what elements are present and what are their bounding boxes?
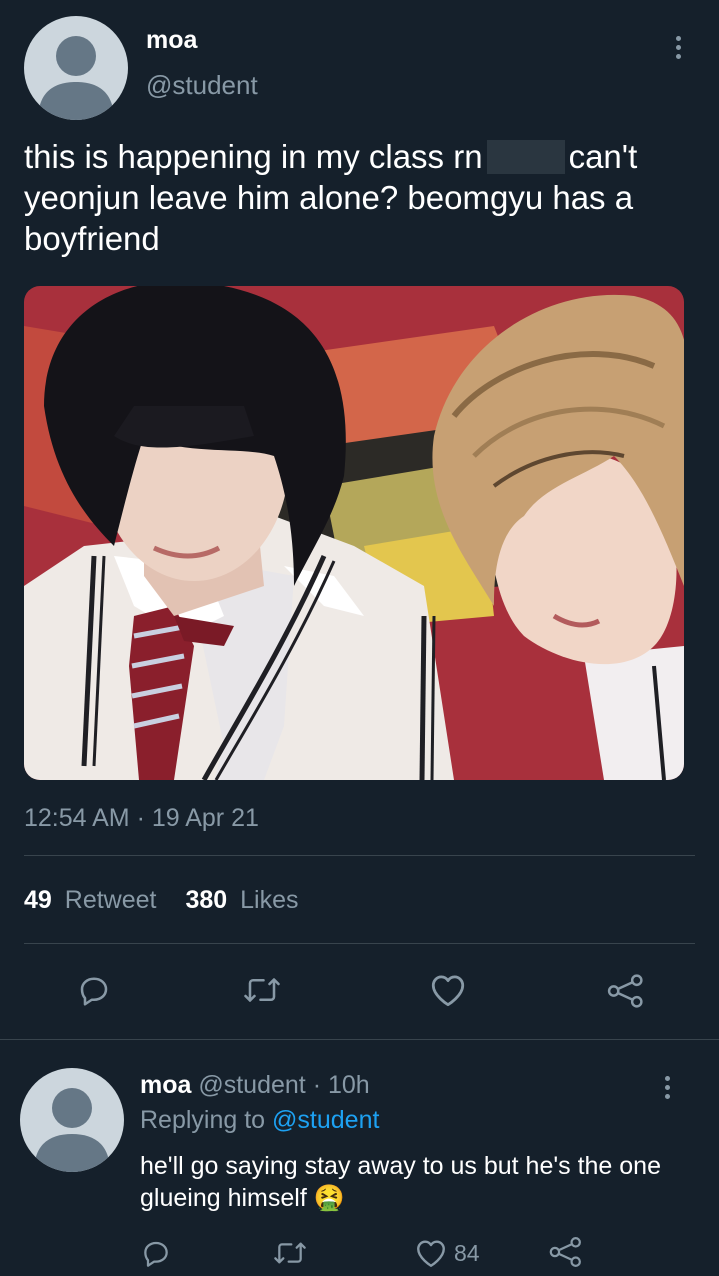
like-label[interactable]: Likes: [240, 886, 298, 914]
reply-retweet-button[interactable]: [272, 1237, 308, 1269]
retweet-count[interactable]: 49: [24, 886, 52, 914]
more-options-icon[interactable]: [673, 36, 683, 59]
share-icon: [607, 974, 643, 1008]
tweet-stats: 49 Retweet 380 Likes: [24, 886, 298, 915]
reply-header: moa @student · 10h: [140, 1071, 370, 1100]
replying-to-handle[interactable]: @student: [272, 1106, 379, 1134]
retweet-button[interactable]: [242, 972, 282, 1008]
tweet-photo[interactable]: [24, 286, 684, 780]
reply-more-options-icon[interactable]: [662, 1076, 672, 1099]
replying-to: Replying to @student: [140, 1106, 379, 1135]
reply-time[interactable]: · 10h: [313, 1071, 370, 1099]
like-icon: [417, 1240, 445, 1267]
reply-button[interactable]: [76, 972, 112, 1008]
reply-author-handle[interactable]: @student: [198, 1071, 305, 1099]
reply-author-name[interactable]: moa: [140, 1071, 191, 1099]
share-button[interactable]: [606, 972, 646, 1010]
reply-text-body: he'll go saying stay away to us but he's…: [140, 1152, 661, 1212]
like-count[interactable]: 380: [185, 886, 227, 914]
share-icon: [549, 1237, 581, 1267]
author-handle[interactable]: @student: [146, 70, 258, 101]
author-name[interactable]: moa: [146, 26, 197, 55]
divider: [0, 1039, 719, 1040]
retweet-icon: [274, 1242, 306, 1264]
reply-icon: [144, 1241, 168, 1267]
divider: [24, 943, 695, 944]
photo-illustration: [24, 286, 684, 780]
reply-like-button[interactable]: 84: [414, 1237, 480, 1269]
default-avatar-icon: [38, 36, 114, 120]
reply-avatar[interactable]: [20, 1068, 124, 1172]
nauseated-emoji: 🤮: [313, 1184, 345, 1212]
reply-reply-button[interactable]: [140, 1237, 172, 1269]
author-avatar[interactable]: [24, 16, 128, 120]
reply-like-count: 84: [454, 1239, 480, 1266]
like-icon: [431, 975, 465, 1007]
tweet-timestamp[interactable]: 12:54 AM · 19 Apr 21: [24, 804, 259, 833]
reply-text: he'll go saying stay away to us but he's…: [140, 1150, 695, 1214]
default-avatar-icon: [34, 1088, 110, 1172]
retweet-label[interactable]: Retweet: [65, 886, 157, 914]
divider: [24, 855, 695, 856]
reply-share-button[interactable]: [548, 1235, 584, 1269]
replying-to-prefix: Replying to: [140, 1106, 266, 1134]
tweet-text-part1: this is happening in my class rn: [24, 138, 483, 175]
like-button[interactable]: [428, 972, 468, 1008]
reply-icon: [80, 977, 108, 1006]
retweet-icon: [244, 978, 280, 1002]
tweet-text: this is happening in my class rn can't ye…: [24, 136, 694, 259]
redacted-block: [486, 140, 565, 174]
